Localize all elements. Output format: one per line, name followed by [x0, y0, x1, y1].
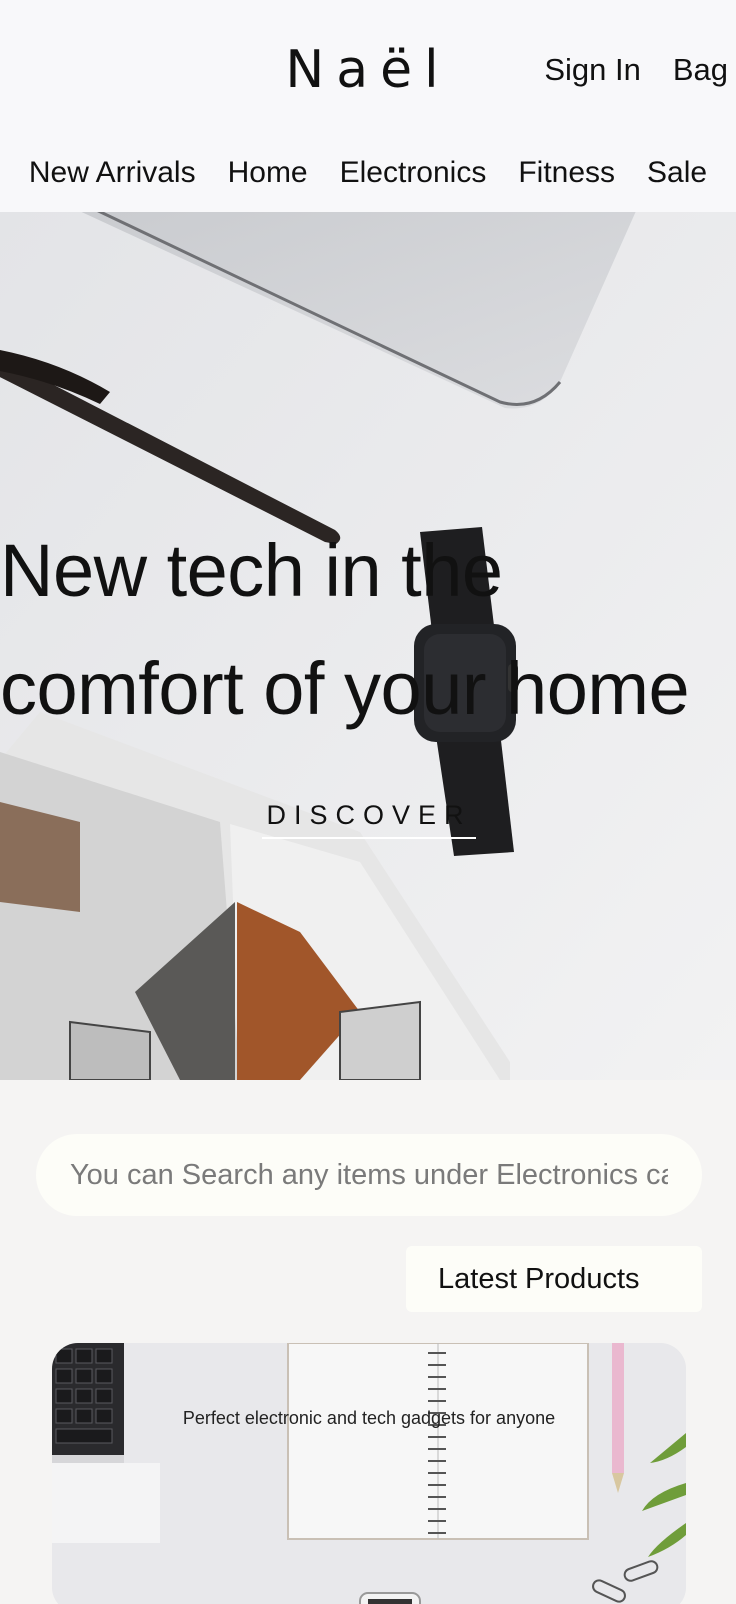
header-links: Sign In Bag: [544, 52, 728, 88]
sign-in-link[interactable]: Sign In: [544, 52, 641, 88]
nav-item-new-arrivals[interactable]: New Arrivals: [29, 156, 196, 190]
hero-title-line-2: comfort of your home: [0, 647, 690, 730]
hero-title-line-1: New tech in the: [0, 529, 503, 612]
nav-item-home[interactable]: Home: [228, 156, 308, 190]
product-card-image: [52, 1343, 686, 1604]
bag-link[interactable]: Bag: [673, 52, 728, 88]
product-card[interactable]: Perfect electronic and tech gadgets for …: [52, 1343, 686, 1604]
discover-button[interactable]: DISCOVER: [262, 800, 476, 839]
site-header: Naël Sign In Bag New Arrivals Home Elect…: [0, 0, 736, 212]
hero-title: New tech in the comfort of your home: [0, 512, 736, 748]
notebook-shape: [287, 1343, 589, 1540]
nav-item-sale[interactable]: Sale: [647, 156, 707, 190]
product-card-caption: Perfect electronic and tech gadgets for …: [182, 1408, 556, 1428]
main-nav: New Arrivals Home Electronics Fitness Sa…: [0, 156, 736, 190]
page: Naël Sign In Bag New Arrivals Home Elect…: [0, 0, 736, 1604]
nav-item-fitness[interactable]: Fitness: [518, 156, 615, 190]
hero-banner: New tech in the comfort of your home DIS…: [0, 212, 736, 1080]
nav-item-electronics[interactable]: Electronics: [340, 156, 487, 190]
search-input[interactable]: [70, 1158, 668, 1192]
latest-products-button[interactable]: Latest Products: [406, 1246, 702, 1312]
search-bar: [36, 1134, 702, 1216]
